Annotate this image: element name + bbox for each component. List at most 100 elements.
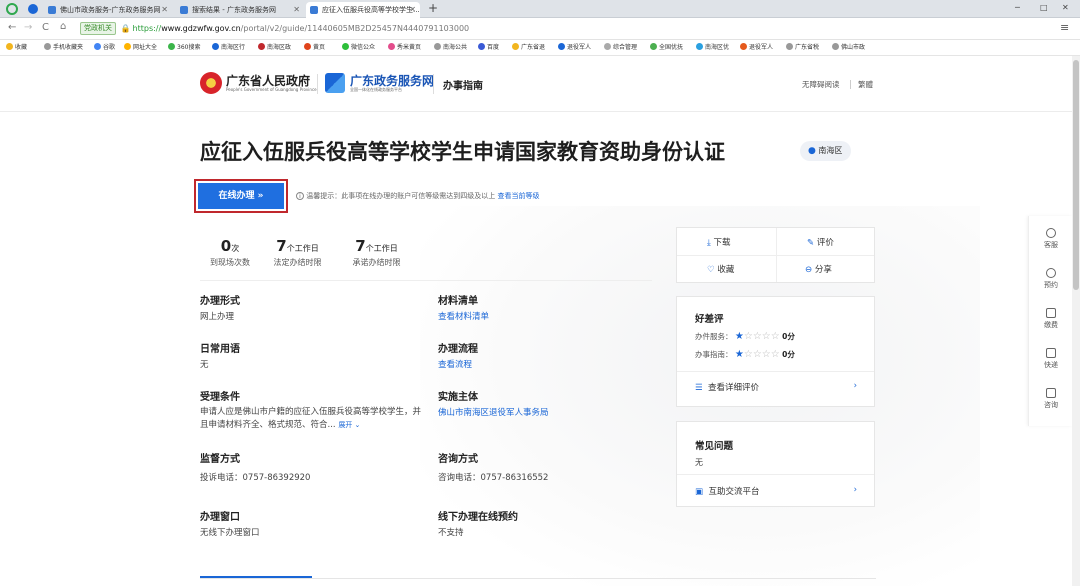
faq-card: 常见问题 无 ▣ 互助交流平台 › (676, 421, 875, 507)
faq-value: 无 (695, 458, 703, 467)
bookmark-item[interactable]: 广东省退 (512, 40, 545, 56)
field-label: 办理窗口 (200, 512, 240, 523)
payment-button[interactable]: 缴费 (1029, 308, 1072, 330)
field-mode: 办理形式 网上办理 (200, 292, 240, 322)
bookmark-item[interactable]: 网址大全 (124, 40, 157, 56)
detail-rating-link[interactable]: ☰ 查看详细评价 › (695, 381, 857, 393)
chevron-down-icon[interactable]: ⌄ (352, 421, 361, 429)
region-badge-label: 南海区 (818, 146, 843, 155)
view-level-link[interactable]: 查看当前等级 (497, 192, 539, 200)
lock-icon: 🔒 (120, 24, 131, 33)
tab-close-icon[interactable]: ✕ (293, 2, 300, 18)
action-card: ⤓ 下载 ✎ 评价 ♡ 收藏 ⊖ 分享 (676, 227, 875, 283)
download-button[interactable]: ⤓ 下载 (707, 236, 730, 248)
customer-service-button[interactable]: 客服 (1029, 228, 1072, 250)
chat-icon: ▣ (695, 487, 704, 497)
stat-label: 到现场次数 (210, 258, 250, 267)
favorite-button[interactable]: ♡ 收藏 (707, 263, 734, 275)
consult-button[interactable]: 咨询 (1029, 388, 1072, 410)
bookmark-item[interactable]: 综合管理 (604, 40, 637, 56)
bookmark-item[interactable]: 佛山市政 (832, 40, 865, 56)
bookmark-item[interactable]: 南海区政 (258, 40, 291, 56)
bookmark-item[interactable]: 谷歌 (94, 40, 115, 56)
expand-link[interactable]: 展开 (338, 421, 352, 429)
payment-icon (1046, 308, 1056, 318)
page-title: 应征入伍服兵役高等学校学生申请国家教育资助身份认证 (200, 140, 725, 164)
bookmark-item[interactable]: 手机收藏夹 (44, 40, 83, 56)
field-window: 办理窗口 无线下办理窗口 (200, 508, 260, 538)
tab-2[interactable]: 搜索结果 - 广东政务服务网 ✕ (176, 2, 304, 18)
chevron-right-icon: › (853, 381, 857, 391)
divider (433, 74, 434, 94)
tab-close-icon[interactable]: ✕ (161, 2, 168, 18)
section-title: 办事指南 (443, 81, 483, 92)
divider (200, 578, 876, 579)
star-empty-icon: ☆☆☆☆ (743, 349, 780, 360)
bookmark-item[interactable]: 退役军人 (740, 40, 773, 56)
bookmark-item[interactable]: 360搜索 (168, 40, 200, 56)
new-tab-button[interactable]: + (428, 1, 438, 15)
interact-platform-link[interactable]: ▣ 互助交流平台 › (695, 485, 857, 497)
gov-badge: 党政机关 (80, 22, 116, 35)
appointment-button[interactable]: 预约 (1029, 268, 1072, 290)
evaluate-button[interactable]: ✎ 评价 (807, 236, 834, 248)
bookmark-item[interactable]: 微信公众 (342, 40, 375, 56)
bookmark-item[interactable]: 南海区优 (696, 40, 729, 56)
divider (677, 255, 874, 256)
faq-title: 常见问题 (695, 441, 734, 452)
process-link[interactable]: 查看流程 (438, 358, 478, 370)
tab-3-active[interactable]: 应征入伍服兵役高等学校学生... ✕ (306, 2, 420, 18)
traditional-chinese-link[interactable]: 繁體 (858, 79, 873, 90)
divider (317, 74, 318, 94)
accessibility-link[interactable]: 无障碍阅读 (802, 79, 840, 90)
stat-visits: 0次 到现场次数 (200, 236, 260, 268)
tab-1[interactable]: 佛山市政务服务-广东政务服务网 ✕ (44, 2, 172, 18)
rating-row-service: 办件服务： ★☆☆☆☆ 0分 (695, 331, 795, 342)
scroll-thumb[interactable] (1073, 60, 1079, 290)
field-label: 实施主体 (438, 392, 478, 403)
bookmark-item[interactable]: 收藏 (6, 40, 27, 56)
close-window-button[interactable]: ✕ (1062, 3, 1069, 12)
menu-icon[interactable]: ≡ (1060, 21, 1069, 34)
back-circle-icon[interactable] (28, 4, 38, 14)
rating-title: 好差评 (695, 314, 724, 325)
bookmark-item[interactable]: 南海区行 (212, 40, 245, 56)
materials-link[interactable]: 查看材料清单 (438, 310, 489, 322)
field-label: 日常用语 (200, 344, 240, 355)
bookmark-item[interactable]: 广东省税 (786, 40, 819, 56)
tab-close-icon[interactable]: ✕ (409, 2, 416, 18)
region-badge: ● 南海区 (800, 141, 852, 161)
stat-unit: 次 (231, 244, 240, 253)
rating-label: 办件服务： (695, 332, 733, 341)
field-label: 咨询方式 (438, 454, 478, 465)
field-value: 无 (200, 360, 209, 370)
bookmark-item[interactable]: 南海公共 (434, 40, 467, 56)
back-arrow-icon[interactable]: ← (8, 22, 16, 33)
delivery-button[interactable]: 快递 (1029, 348, 1072, 370)
field-value: 投诉电话：0757-86392920 (200, 473, 311, 483)
bookmark-item[interactable]: 百度 (478, 40, 499, 56)
apply-online-button[interactable]: 在线办理 » (198, 183, 284, 209)
bookmark-item[interactable]: 全国优抚 (650, 40, 683, 56)
bookmark-item[interactable]: 退役军人 (558, 40, 591, 56)
rating-score: 0分 (782, 332, 795, 341)
home-icon[interactable]: ⌂ (60, 21, 66, 32)
field-conditions: 受理条件 申请人应是佛山市户籍的应征入伍服兵役高等学校学生，并且申请材料齐全、格… (200, 388, 422, 432)
field-label: 监督方式 (200, 454, 240, 465)
minimize-button[interactable]: ─ (1015, 3, 1020, 12)
forward-arrow-icon[interactable]: → (24, 22, 32, 33)
page-scrollbar[interactable] (1072, 56, 1080, 586)
bookmark-item[interactable]: 秀米黄页 (388, 40, 421, 56)
bookmark-item[interactable]: 黄页 (304, 40, 325, 56)
stat-number: 7 (276, 237, 287, 255)
field-label: 材料清单 (438, 296, 478, 307)
tab-favicon-icon (48, 6, 56, 14)
url-host: www.gdzwfw.gov.cn (161, 24, 241, 33)
url-field[interactable]: 党政机关 🔒 https://www.gdzwfw.gov.cn/portal/v… (80, 21, 900, 37)
agency-link[interactable]: 佛山市南海区退役军人事务局 (438, 406, 549, 418)
info-icon: i (296, 192, 304, 200)
maximize-button[interactable]: □ (1040, 3, 1048, 12)
share-button[interactable]: ⊖ 分享 (805, 263, 832, 275)
field-value: 咨询电话：0757-86316552 (438, 473, 549, 483)
refresh-icon[interactable]: C (42, 22, 49, 33)
